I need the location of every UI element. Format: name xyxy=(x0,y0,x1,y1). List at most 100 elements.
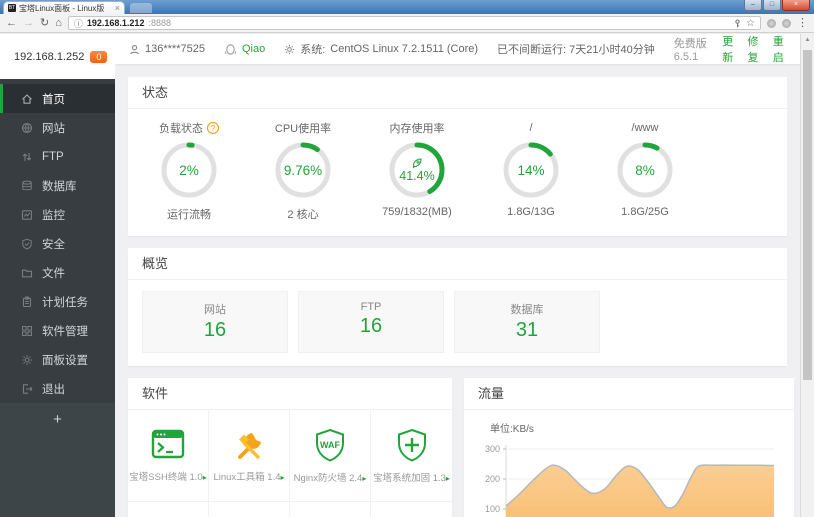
app-system-hardening[interactable]: 宝塔系统加固 1.3▸ xyxy=(371,410,452,502)
app-linux-toolbox[interactable]: Linux工具箱 1.4▸ xyxy=(209,410,290,502)
database-icon xyxy=(22,180,32,190)
scrollbar-thumb[interactable] xyxy=(803,50,812,380)
app-gray-window[interactable] xyxy=(209,502,290,517)
open-arrow-icon: ▸ xyxy=(280,472,285,482)
load-donut: 2% xyxy=(160,141,218,199)
message-count-badge: 0 xyxy=(90,50,108,63)
overview-card-title: 概览 xyxy=(128,248,787,280)
restart-link[interactable]: 重启 xyxy=(773,33,786,65)
sidebar-item-app-store[interactable]: 软件管理 xyxy=(0,316,115,345)
home-icon xyxy=(22,93,32,104)
reload-icon[interactable]: ↻ xyxy=(40,17,49,29)
new-tab-button[interactable] xyxy=(130,3,152,13)
gauges-row: 负载状态? 2% 运行流畅 CPU使用率 9.76% 2 核心 内存使用率 41… xyxy=(128,109,787,236)
overview-card: 概览 网站 16 FTP 16 数据库 31 xyxy=(128,248,787,366)
shield-check-icon xyxy=(22,238,32,250)
account-phone[interactable]: 136****7525 xyxy=(129,43,205,55)
clipboard-icon xyxy=(22,296,32,307)
sidebar-item-logout[interactable]: 退出 xyxy=(0,374,115,403)
globe-icon xyxy=(21,122,33,133)
back-icon[interactable]: ← xyxy=(6,17,17,29)
gauge-load: 负载状态? 2% 运行流畅 xyxy=(132,119,246,222)
add-shortcut-button[interactable]: + xyxy=(53,412,62,517)
sidebar-item-website[interactable]: 网站 xyxy=(0,113,115,142)
gauge-cpu: CPU使用率 9.76% 2 核心 xyxy=(274,122,332,222)
page-scrollbar[interactable]: ▲ xyxy=(800,34,814,517)
overview-websites[interactable]: 网站 16 xyxy=(142,291,288,353)
system-info: 系统: CentOS Linux 7.2.1511 (Core) xyxy=(284,41,478,57)
gauge-memory: 内存使用率 41.4% 759/1832(MB) xyxy=(382,122,452,219)
disk-root-donut: 14% xyxy=(502,141,560,199)
browser-tab[interactable]: BT 宝塔Linux面板 - Linux版 × xyxy=(3,1,125,14)
chart-unit-label: 单位:KB/s xyxy=(490,424,534,435)
folder-icon xyxy=(21,269,33,277)
cpu-donut: 9.76% xyxy=(274,141,332,199)
app-blue-circle[interactable] xyxy=(128,502,209,517)
traffic-area-chart: 100 200 300 xyxy=(485,444,775,517)
tools-icon xyxy=(238,432,261,459)
repair-link[interactable]: 修复 xyxy=(747,33,760,65)
rocket-icon xyxy=(412,158,422,169)
tab-title: 宝塔Linux面板 - Linux版 xyxy=(19,3,105,13)
open-arrow-icon: ▸ xyxy=(445,473,450,483)
sidebar-item-ftp[interactable]: FTP xyxy=(0,142,115,171)
window-close-button[interactable]: × xyxy=(782,0,810,11)
terminal-icon xyxy=(151,429,185,458)
window-maximize-button[interactable]: □ xyxy=(763,0,781,11)
shield-plus-icon xyxy=(397,428,426,462)
scrollbar-up-icon[interactable]: ▲ xyxy=(801,34,814,43)
svg-text:WAF: WAF xyxy=(320,440,340,450)
svg-text:300: 300 xyxy=(485,444,500,454)
sidebar-menu: 首页 网站 FTP 数据库 监控 安全 文件 计划任务 软件管理 面板设置 退出 xyxy=(0,79,115,403)
server-ip: 192.168.1.252 xyxy=(14,50,85,63)
panel-topbar: 136****7525 Qiao 系统: CentOS Linux 7.2.15… xyxy=(115,34,800,64)
sidebar-item-files[interactable]: 文件 xyxy=(0,258,115,287)
extension-icon[interactable] xyxy=(782,18,791,28)
home-icon[interactable]: ⌂ xyxy=(55,17,62,29)
window-minimize-button[interactable]: – xyxy=(744,0,762,11)
overview-databases[interactable]: 数据库 31 xyxy=(454,291,600,353)
browser-menu-icon[interactable]: ⋮ xyxy=(797,17,808,29)
sidebar-item-cron[interactable]: 计划任务 xyxy=(0,287,115,316)
waf-shield-icon: WAF xyxy=(316,428,344,462)
qq-contact[interactable]: Qiao xyxy=(224,43,265,55)
site-favicon: BT xyxy=(8,4,16,12)
status-card: 状态 负载状态? 2% 运行流畅 CPU使用率 9.76% 2 核心 内存使用率… xyxy=(128,77,787,236)
open-arrow-icon: ▸ xyxy=(202,472,207,482)
gear-icon xyxy=(22,354,32,365)
app-empty-cell xyxy=(371,502,452,517)
gear-icon xyxy=(285,44,295,54)
sidebar-item-settings[interactable]: 面板设置 xyxy=(0,345,115,374)
sidebar-item-database[interactable]: 数据库 xyxy=(0,171,115,200)
transfer-arrows-icon xyxy=(22,152,32,161)
chart-monitor-icon xyxy=(21,209,33,220)
sidebar-item-monitor[interactable]: 监控 xyxy=(0,200,115,229)
status-card-title: 状态 xyxy=(128,77,787,109)
page-info-icon[interactable]: ⓘ xyxy=(74,17,83,30)
server-row[interactable]: 192.168.1.252 0 xyxy=(0,34,115,79)
sidebar-footer: + xyxy=(0,403,115,517)
app-ssh-terminal[interactable]: 宝塔SSH终端 1.0▸ xyxy=(128,410,209,502)
help-icon[interactable]: ? xyxy=(207,121,219,134)
sidebar-item-security[interactable]: 安全 xyxy=(0,229,115,258)
bookmark-star-icon[interactable]: ☆ xyxy=(746,18,755,29)
version-text: 免费版 6.5.1 xyxy=(673,38,707,63)
url-host: 192.168.1.212 xyxy=(86,18,145,28)
sidebar: 192.168.1.252 0 首页 网站 FTP 数据库 监控 安全 文件 计… xyxy=(0,34,115,517)
overview-ftp[interactable]: FTP 16 xyxy=(298,291,444,353)
sidebar-item-home[interactable]: 首页 xyxy=(0,84,115,113)
window-titlebar: BT 宝塔Linux面板 - Linux版 × – □ × xyxy=(0,0,814,14)
url-bar[interactable]: ⓘ 192.168.1.212 :8888 ☆ xyxy=(67,16,761,30)
uptime-text: 已不间断运行: 7天21小时40分钟 xyxy=(497,44,655,56)
traffic-card-title: 流量 xyxy=(464,378,794,410)
app-nginx-firewall[interactable]: WAF Nginx防火墙 2.4▸ xyxy=(290,410,371,502)
update-link[interactable]: 更新 xyxy=(722,33,735,65)
forward-icon[interactable]: → xyxy=(23,17,34,29)
plugin-key-icon[interactable] xyxy=(733,18,742,28)
tab-close-icon[interactable]: × xyxy=(115,3,120,13)
app-empty-cell xyxy=(290,502,371,517)
extension-icon[interactable] xyxy=(767,18,776,28)
browser-toolbar: ← → ↻ ⌂ ⓘ 192.168.1.212 :8888 ☆ ⋮ xyxy=(0,14,814,33)
logout-icon xyxy=(22,383,33,394)
gauge-disk-root: / 14% 1.8G/13G xyxy=(474,119,588,222)
